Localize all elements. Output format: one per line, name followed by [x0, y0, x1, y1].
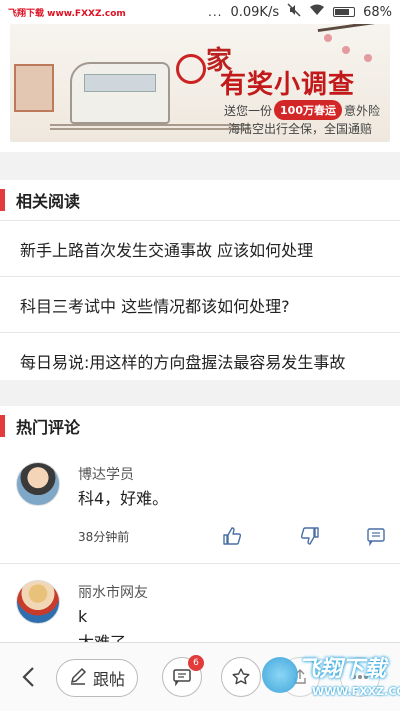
comment-username[interactable]: 丽水市网友	[78, 582, 148, 602]
network-speed: 0.09K/s	[230, 4, 280, 20]
comment-count-badge: 6	[188, 655, 204, 671]
favorite-button[interactable]	[221, 657, 261, 697]
wifi-icon	[309, 4, 325, 20]
offer-prefix: 送您一份	[224, 103, 273, 118]
avatar[interactable]	[16, 580, 60, 624]
chevron-left-icon	[22, 667, 34, 687]
rails-illustration	[50, 124, 250, 130]
related-article-link[interactable]: 每日易说:用这样的方向盘握法最容易发生事故	[0, 332, 400, 388]
offer-suffix: 意外险	[343, 103, 380, 118]
brand-logo-icon	[176, 54, 206, 84]
mute-icon	[287, 3, 301, 21]
status-indicators: ... 0.09K/s 68%	[208, 3, 392, 21]
train-illustration	[70, 62, 170, 124]
related-article-link[interactable]: 科目三考试中 这些情况都该如何处理?	[0, 276, 400, 332]
blossom-decoration	[342, 46, 350, 54]
banner-subline: 海陆空出行全保，全国通赔	[228, 122, 373, 136]
section-title: 相关阅读	[16, 192, 81, 211]
battery-icon	[333, 7, 356, 17]
blossom-decoration	[324, 34, 332, 42]
banner-offer-line: 送您一份 100万春运 意外险	[224, 100, 380, 120]
comment-icon	[173, 669, 191, 686]
watermark-top-left: 飞翔下载 www.FXXZ.com	[8, 8, 126, 19]
watermark-title: 飞翔下载	[298, 657, 387, 682]
comment-item: 丽水市网友 k 太难了	[0, 564, 400, 652]
related-article-link[interactable]: 新手上路首次发生交通事故 应该如何处理	[0, 220, 400, 276]
comments-button[interactable]: 6	[162, 655, 204, 697]
banner-container: 家 有奖小调查 送您一份 100万春运 意外险 海陆空出行全保，全国通赔	[0, 24, 400, 152]
related-reading-section: 相关阅读 新手上路首次发生交通事故 应该如何处理 科目三考试中 这些情况都该如何…	[0, 180, 400, 380]
thumbs-down-icon[interactable]	[298, 524, 322, 548]
watermark-logo-icon	[262, 657, 298, 693]
reply-label: 跟帖	[92, 670, 125, 689]
section-title: 热门评论	[16, 418, 81, 437]
thumbs-up-icon[interactable]	[220, 524, 244, 548]
reply-comment-icon[interactable]	[364, 524, 388, 548]
avatar[interactable]	[16, 462, 60, 506]
star-icon	[232, 668, 250, 685]
comment-actions	[220, 524, 390, 548]
reply-post-button[interactable]: 跟帖	[56, 659, 138, 697]
watermark-url: WWW.FXXZ.COM	[312, 685, 400, 698]
watermark-bottom-right: 飞翔下载 WWW.FXXZ.COM	[262, 647, 400, 705]
section-header: 热门评论	[0, 406, 400, 446]
notification-dots: ...	[208, 5, 223, 19]
hot-comments-section: 热门评论 博达学员 科4，好难。 38分钟前 丽水市网友 k 太难了	[0, 406, 400, 652]
comment-username[interactable]: 博达学员	[78, 464, 134, 484]
bottom-toolbar: 跟帖 6 飞翔下载 WWW.FXXZ.COM	[0, 642, 400, 711]
comment-item: 博达学员 科4，好难。 38分钟前	[0, 446, 400, 564]
battery-percent: 68%	[363, 4, 392, 20]
banner-headline: 有奖小调查	[220, 70, 356, 100]
comment-text: 科4，好难。	[78, 489, 169, 508]
branch-illustration	[317, 24, 390, 69]
status-bar: 飞翔下载 www.FXXZ.com ... 0.09K/s 68%	[0, 0, 400, 24]
back-button[interactable]	[14, 663, 42, 691]
survey-banner-ad[interactable]: 家 有奖小调查 送您一份 100万春运 意外险 海陆空出行全保，全国通赔	[10, 24, 390, 142]
section-header: 相关阅读	[0, 180, 400, 220]
comment-time: 38分钟前	[78, 530, 130, 544]
pencil-icon	[69, 667, 87, 689]
house-illustration	[14, 64, 54, 112]
blossom-decoration	[364, 54, 372, 62]
offer-highlight: 100万春运	[274, 100, 342, 120]
